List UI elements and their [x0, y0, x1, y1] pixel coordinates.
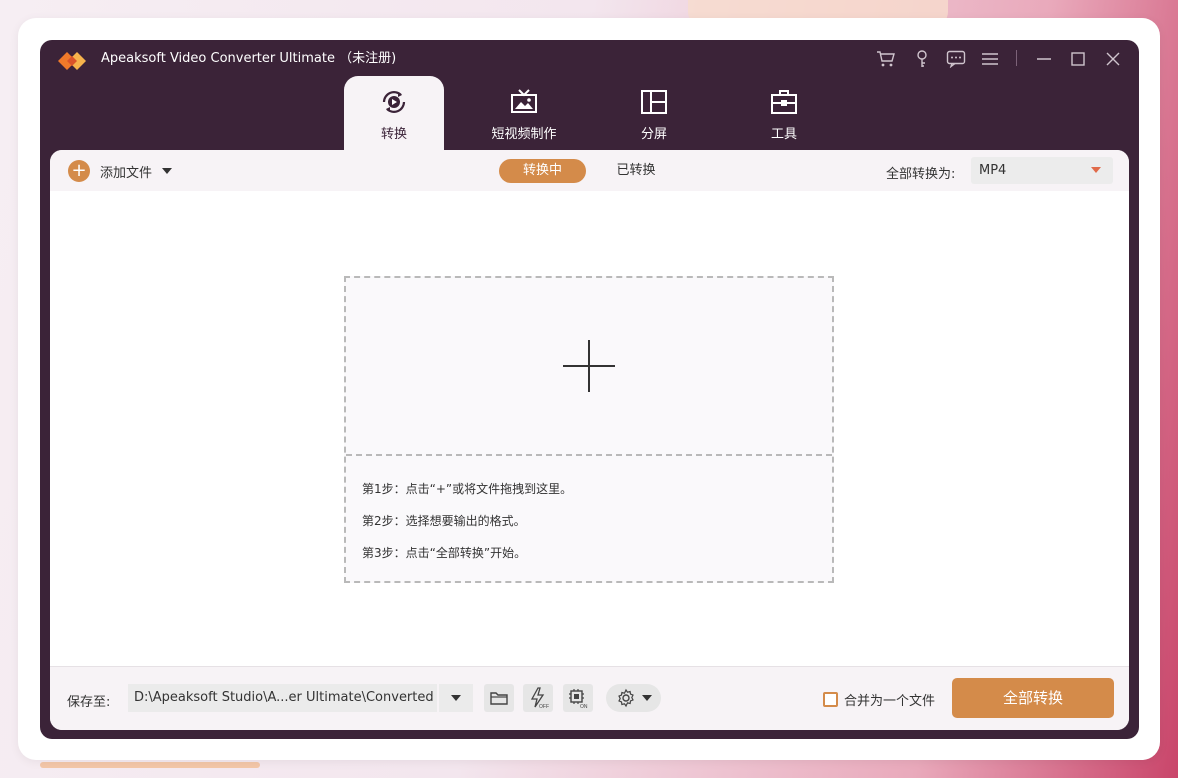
- plus-icon[interactable]: [563, 340, 615, 392]
- add-file-button[interactable]: + 添加文件: [68, 160, 173, 182]
- tab-mv[interactable]: 短视频制作: [474, 76, 574, 151]
- svg-text:OFF: OFF: [539, 704, 549, 709]
- gpu-accel-on-button[interactable]: ON: [563, 684, 593, 712]
- step-1: 第1步：点击“+”或将文件拖拽到这里。: [362, 482, 573, 496]
- step-2: 第2步：选择想要输出的格式。: [362, 514, 526, 528]
- merge-checkbox[interactable]: [823, 692, 838, 707]
- maximize-icon[interactable]: [1065, 46, 1091, 72]
- settings-button[interactable]: [606, 684, 661, 712]
- tab-convert[interactable]: 转换: [344, 76, 444, 151]
- chevron-down-icon: [641, 695, 652, 701]
- save-to-label: 保存至:: [67, 695, 111, 710]
- titlebar-divider: [1016, 50, 1017, 66]
- main-panel: + 添加文件 转换中 已转换 全部转换为: MP4 第1步：点击“+”或将文件拖…: [50, 150, 1129, 730]
- tab-label: 分屏: [640, 127, 667, 142]
- gear-icon: [617, 688, 634, 708]
- tab-converting[interactable]: 转换中: [499, 159, 586, 183]
- add-icon: +: [68, 160, 90, 182]
- chevron-down-icon[interactable]: [162, 168, 173, 174]
- hardware-accel-off-button[interactable]: OFF: [523, 684, 553, 712]
- tab-label: 短视频制作: [491, 127, 557, 142]
- bottom-bar: 保存至: D:\Apeaksoft Studio\A...er Ultimate…: [50, 666, 1129, 730]
- toolbox-icon: [768, 86, 800, 118]
- format-value: MP4: [979, 163, 1007, 178]
- drop-zone-add-area[interactable]: [346, 278, 832, 456]
- app-title: Apeaksoft Video Converter Ultimate （未注册): [101, 51, 397, 66]
- open-folder-button[interactable]: [484, 684, 514, 712]
- convert-icon: [378, 86, 410, 118]
- background-decoration: [40, 762, 260, 768]
- chip-on-icon: ON: [569, 689, 588, 709]
- chevron-down-icon: [1091, 167, 1101, 173]
- convert-all-to-label: 全部转换为:: [886, 167, 956, 182]
- feedback-icon[interactable]: [943, 46, 969, 72]
- chevron-down-icon: [451, 695, 461, 701]
- merge-option[interactable]: 合并为一个文件: [823, 690, 935, 709]
- mv-icon: [508, 86, 540, 118]
- tab-label: 工具: [770, 127, 797, 142]
- toolbar: + 添加文件 转换中 已转换 全部转换为: MP4: [50, 150, 1129, 191]
- output-path-field[interactable]: D:\Apeaksoft Studio\A...er Ultimate\Conv…: [128, 684, 437, 712]
- tab-toolbox[interactable]: 工具: [734, 76, 834, 151]
- format-select[interactable]: MP4: [971, 157, 1113, 184]
- tab-converted[interactable]: 已转换: [606, 159, 666, 183]
- instructions: 第1步：点击“+”或将文件拖拽到这里。 第2步：选择想要输出的格式。 第3步：点…: [362, 481, 572, 577]
- app-logo-icon: [58, 52, 86, 70]
- add-file-label: 添加文件: [100, 165, 153, 181]
- drop-zone[interactable]: 第1步：点击“+”或将文件拖拽到这里。 第2步：选择想要输出的格式。 第3步：点…: [344, 276, 834, 583]
- step-3: 第3步：点击“全部转换”开始。: [362, 546, 527, 560]
- key-icon[interactable]: [909, 46, 935, 72]
- app-window: Apeaksoft Video Converter Ultimate （未注册)…: [40, 40, 1139, 739]
- cart-icon[interactable]: [873, 46, 899, 72]
- path-dropdown-button[interactable]: [439, 684, 473, 712]
- minimize-icon[interactable]: [1031, 46, 1057, 72]
- merge-label: 合并为一个文件: [844, 694, 936, 709]
- tab-collage[interactable]: 分屏: [604, 76, 704, 151]
- svg-text:ON: ON: [580, 704, 588, 709]
- menu-icon[interactable]: [977, 46, 1003, 72]
- close-icon[interactable]: [1100, 46, 1126, 72]
- collage-icon: [638, 86, 670, 118]
- convert-all-button[interactable]: 全部转换: [952, 678, 1114, 718]
- lightning-off-icon: OFF: [530, 687, 549, 709]
- tab-label: 转换: [380, 127, 407, 142]
- folder-icon: [490, 692, 508, 705]
